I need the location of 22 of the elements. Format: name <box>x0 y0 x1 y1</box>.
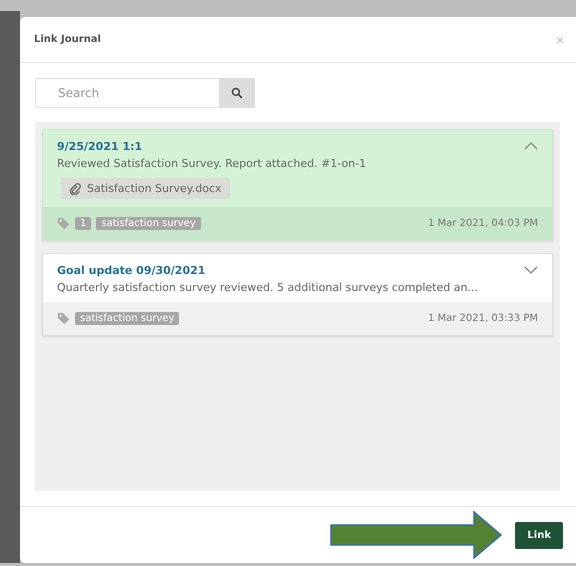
chevron-up-icon[interactable] <box>524 142 538 150</box>
search-icon <box>231 87 243 99</box>
paperclip-icon <box>69 182 81 194</box>
entry-date: 1 Mar 2021, 04:03 PM <box>428 218 538 229</box>
chevron-down-icon[interactable] <box>524 266 538 274</box>
entry-title: 9/25/2021 1:1 <box>57 140 142 153</box>
journal-entry[interactable]: Goal update 09/30/2021 Quarterly satisfaction survey reviewed. 5 additional surveys completed an... satisfaction survey 1 Mar 2021, 03:33 PM <box>42 253 553 336</box>
entry-date: 1 Mar 2021, 03:33 PM <box>428 313 538 324</box>
dialog-title: Link Journal <box>34 34 101 45</box>
attachment-chip[interactable]: Satisfaction Survey.docx <box>61 178 230 199</box>
journal-entry[interactable]: 9/25/2021 1:1 Reviewed Satisfaction Survey. Report attached. #1-on-1 Satisfaction Survey.docx 1 satisfaction survey 1 Mar 2021, 04:03 PM <box>42 129 553 241</box>
link-button[interactable]: Link <box>515 522 563 548</box>
search-button[interactable] <box>220 78 255 108</box>
entry-text: Reviewed Satisfaction Survey. Report attached. #1-on-1 <box>57 157 368 170</box>
tag: 1 <box>75 217 92 230</box>
entry-title: Goal update 09/30/2021 <box>57 264 206 277</box>
entry-text: Quarterly satisfaction survey reviewed. 5 additional surveys completed an... <box>57 281 479 294</box>
tag: satisfaction survey <box>96 217 201 230</box>
tag: satisfaction survey <box>75 312 180 325</box>
search-field[interactable]: Search <box>35 78 220 108</box>
tag-icon <box>57 312 70 325</box>
tag-icon <box>57 217 70 230</box>
